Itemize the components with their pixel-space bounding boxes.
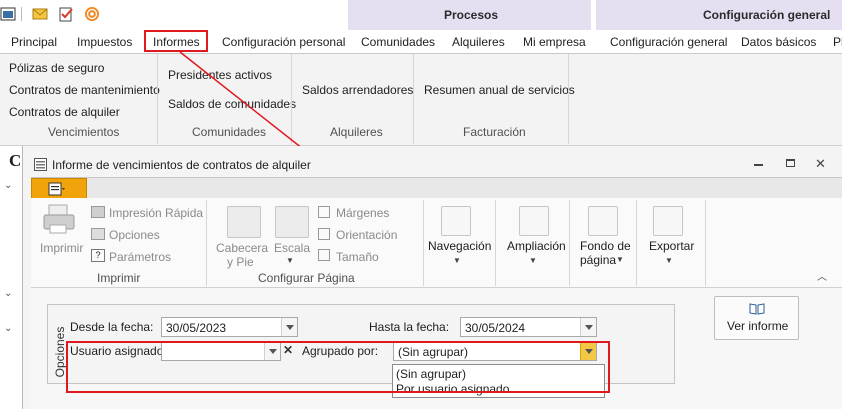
desde-date-value: 30/05/2023 — [166, 321, 227, 335]
page-size-icon — [318, 249, 330, 261]
document-icon — [48, 182, 65, 196]
restore-icon[interactable] — [786, 159, 795, 167]
separator — [569, 200, 570, 286]
group-caption-imprimir: Imprimir — [97, 271, 141, 285]
hasta-date-value: 30/05/2024 — [465, 321, 526, 335]
export-icon — [653, 206, 683, 236]
preview-ribbon: Imprimir Impresión Rápida Opciones ? Par… — [31, 198, 842, 288]
options-icon — [91, 228, 105, 240]
chevron-down-icon[interactable] — [281, 318, 297, 336]
zoom-icon — [519, 206, 549, 236]
params-button[interactable]: Parámetros — [109, 250, 171, 264]
tree-expand-icon[interactable]: ⌄ — [4, 180, 12, 191]
print-button[interactable]: Imprimir — [40, 241, 83, 255]
background-tree: C ⌄ ⌄ ⌄ — [0, 146, 22, 409]
book-icon — [749, 303, 765, 315]
options-section-text: Opciones — [53, 326, 67, 378]
separator — [705, 200, 706, 286]
chevron-down-icon: ▼ — [286, 256, 294, 265]
header-footer-button-line2[interactable]: y Pie — [227, 255, 254, 269]
navigation-icon — [441, 206, 471, 236]
quick-print-button[interactable]: Impresión Rápida — [109, 206, 203, 220]
preview-tabrow — [31, 177, 842, 199]
export-button[interactable]: Exportar — [649, 239, 694, 253]
page-background-icon — [588, 206, 618, 236]
header-footer-icon — [227, 206, 261, 238]
chevron-down-icon[interactable] — [580, 318, 596, 336]
page-background-button-line1[interactable]: Fondo de — [580, 239, 631, 253]
chevron-down-icon: ▼ — [453, 256, 461, 265]
zoom-button[interactable]: Ampliación — [507, 239, 566, 253]
options-button[interactable]: Opciones — [109, 228, 160, 242]
header-footer-button-line1[interactable]: Cabecera — [216, 241, 268, 255]
printer-icon — [42, 203, 76, 237]
file-tab[interactable] — [31, 178, 87, 199]
navigation-button[interactable]: Navegación — [428, 239, 491, 253]
minimize-icon[interactable] — [754, 164, 763, 166]
left-heading: C — [9, 151, 22, 170]
help-icon: ? — [91, 249, 105, 262]
page-size-button[interactable]: Tamaño — [336, 250, 379, 264]
page-background-button-line2[interactable]: página — [580, 253, 616, 267]
group-caption-configurar-pagina: Configurar Página — [258, 271, 355, 285]
tree-expand-icon[interactable]: ⌄ — [4, 323, 12, 334]
separator — [423, 200, 424, 286]
separator — [206, 200, 207, 286]
separator — [495, 200, 496, 286]
window-title: Informe de vencimientos de contratos de … — [52, 158, 311, 172]
desde-date-field[interactable]: 30/05/2023 — [161, 317, 298, 337]
form-icon — [34, 158, 47, 171]
scale-icon — [275, 206, 309, 238]
quick-print-icon — [91, 206, 105, 218]
collapse-ribbon-icon[interactable]: ︿ — [817, 268, 827, 283]
hasta-date-field[interactable]: 30/05/2024 — [460, 317, 597, 337]
margins-icon — [318, 206, 330, 218]
margins-button[interactable]: Márgenes — [336, 206, 389, 220]
ver-informe-button[interactable]: Ver informe — [714, 296, 799, 340]
close-icon[interactable]: ✕ — [815, 156, 826, 172]
chevron-down-icon: ▼ — [529, 256, 537, 265]
filters-highlight — [66, 341, 610, 393]
ver-informe-label: Ver informe — [727, 319, 789, 333]
tree-expand-icon[interactable]: ⌄ — [4, 288, 12, 299]
separator — [636, 200, 637, 286]
chevron-down-icon: ▼ — [616, 255, 624, 264]
hasta-label: Hasta la fecha: — [369, 320, 450, 334]
desde-label: Desde la fecha: — [70, 320, 154, 334]
chevron-down-icon: ▼ — [665, 256, 673, 265]
orientation-button[interactable]: Orientación — [336, 228, 397, 242]
orientation-icon — [318, 228, 330, 240]
scale-button[interactable]: Escala — [274, 241, 310, 255]
